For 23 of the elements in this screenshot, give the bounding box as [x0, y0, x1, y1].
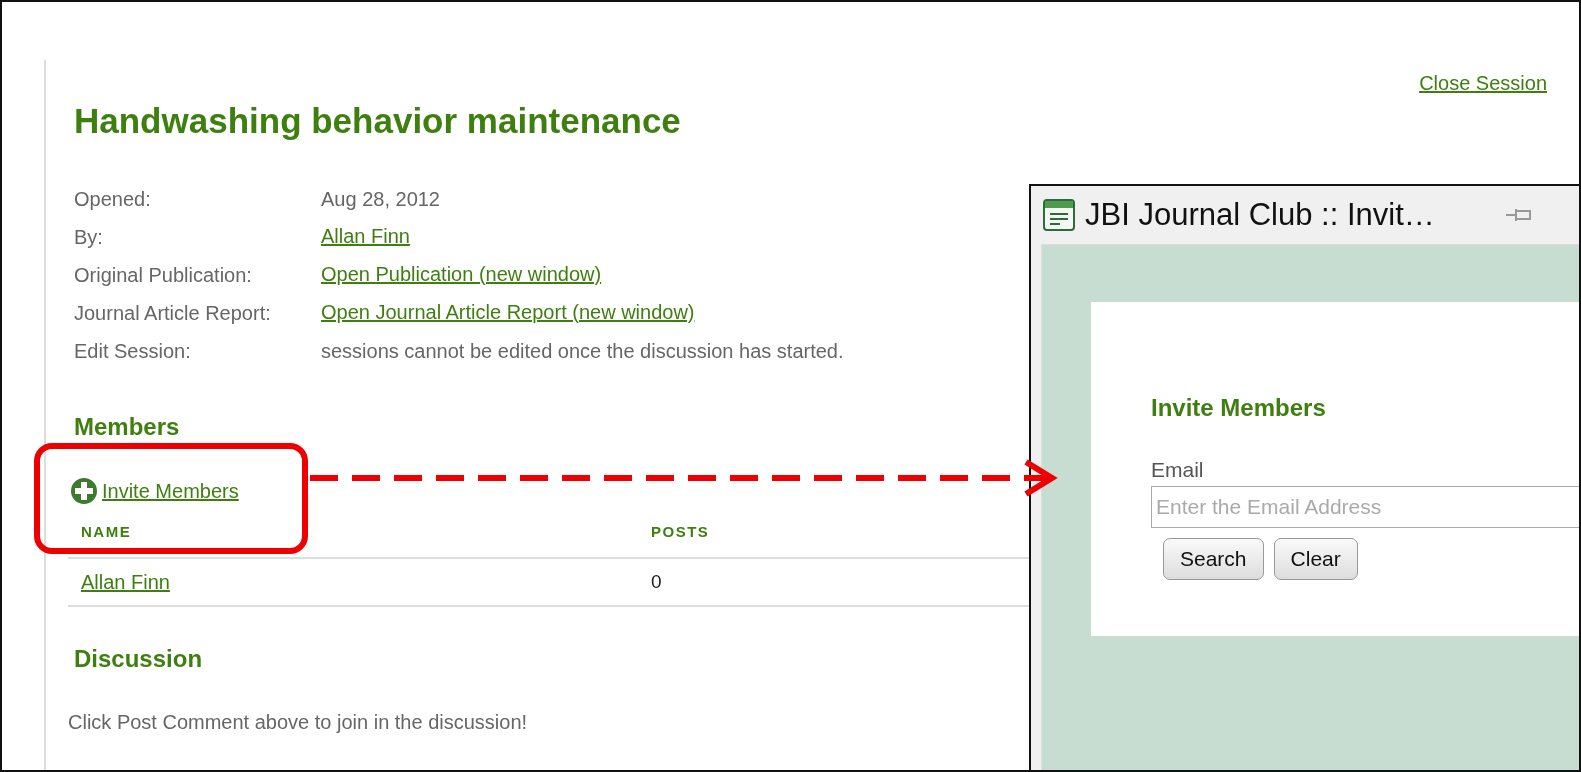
detail-label: Opened:: [74, 187, 152, 211]
column-header: POSTS: [651, 522, 711, 540]
detail-label: By:: [74, 225, 104, 249]
detail-label: Edit Session:: [74, 339, 192, 363]
dialog-button[interactable]: Clear: [1273, 538, 1358, 580]
member-name-link[interactable]: Allan Finn: [81, 570, 170, 593]
page-title: Handwashing behavior maintenance: [74, 101, 682, 141]
detail-value: Aug 28, 2012: [321, 187, 441, 211]
detail-label: Journal Article Report:: [74, 301, 272, 325]
dialog-button[interactable]: Search: [1163, 538, 1264, 580]
email-field[interactable]: Enter the Email Address: [1151, 486, 1579, 528]
detail-value: sessions cannot be edited once the discussion has started.: [321, 339, 845, 363]
field-label: Email: [1151, 458, 1205, 482]
section-heading: Members: [74, 413, 180, 441]
window-title: JBI Journal Club :: Invit…: [1085, 197, 1436, 233]
detail-label: Original Publication:: [74, 263, 253, 287]
column-header: NAME: [81, 522, 133, 540]
invite-members-link[interactable]: Invite Members: [102, 479, 239, 503]
discussion-text: Click Post Comment above to join in the discussion!: [68, 711, 529, 734]
table-cell-text: 0: [651, 571, 663, 593]
close-session-link[interactable]: Close Session: [1419, 72, 1547, 95]
dialog-heading: Invite Members: [1151, 394, 1327, 422]
section-heading: Discussion: [74, 645, 203, 673]
